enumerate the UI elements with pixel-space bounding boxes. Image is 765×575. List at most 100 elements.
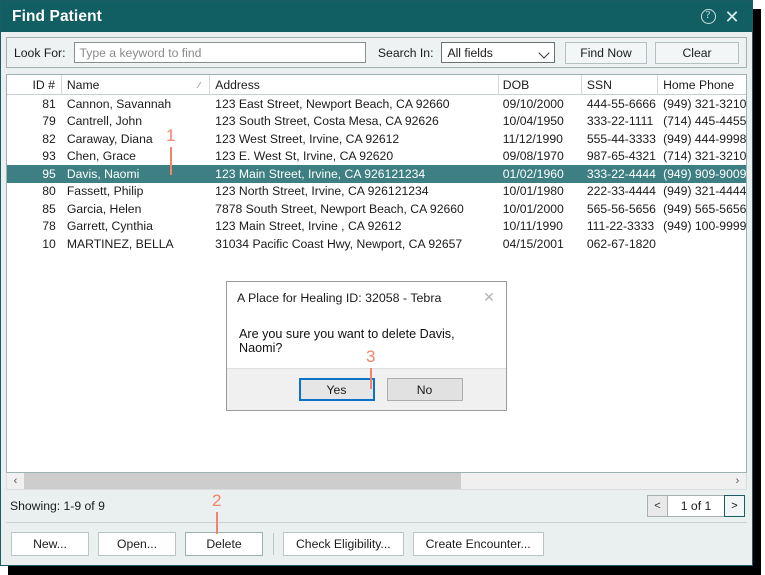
cell-id: 93 [42,149,56,164]
search-in-label: Search In: [377,45,434,60]
sort-ascending-icon [196,81,202,88]
search-in-select[interactable]: All fields [441,42,555,63]
cell-ssn: 062-67-1820 [586,236,656,251]
cell-dob: 10/01/2000 [502,201,564,216]
table-row[interactable]: 78 Garrett, Cynthia 123 Main Street, Irvin… [7,218,746,236]
pager-next-button[interactable]: > [724,495,745,517]
column-header-name[interactable]: Name [62,75,211,95]
window-titlebar: Find Patient ? ✕ [1,1,752,32]
action-bar: New... Open... Delete Check Eligibility.… [1,523,752,565]
cell-phone [658,235,746,253]
cell-name: Fassett, Philip [66,184,144,199]
delete-button[interactable]: Delete [185,532,263,556]
cell-phone: (949) 100-9999 [663,219,746,234]
cell-address: 123 South Street, Costa Mesa, CA 92626 [215,114,439,129]
help-circle-icon: ? [700,9,716,24]
pager-prev-button[interactable]: < [647,495,668,517]
cell-dob: 10/11/1990 [502,219,563,234]
cell-phone: (949) 909-9009 [663,166,746,181]
cell-id: 85 [42,201,56,216]
pager: < 1 of 1 > [647,495,745,517]
cell-ssn: 222-33-4444 [586,184,656,199]
column-header-dob[interactable]: DOB [499,75,582,95]
cell-name: Cannon, Savannah [66,96,172,111]
search-in-value: All fields [447,45,493,60]
scrollbar-thumb[interactable] [24,473,462,489]
cell-ssn: 555-44-3333 [586,131,656,146]
cell-id: 82 [42,131,56,146]
scrollbar-track[interactable] [24,473,729,489]
look-for-label: Look For: [14,45,66,60]
table-row[interactable]: 81 Cannon, Savannah 123 East Street, Newpo… [7,95,746,113]
cell-phone: (714) 321-3210 [663,149,746,164]
table-row[interactable]: 10 MARTINEZ, BELLA 31034 Pacific Coast Hwy… [7,235,746,253]
search-toolbar: Look For: Search In: All fields Find Now… [6,37,747,68]
cell-phone: (949) 321-3210 [663,96,746,111]
dialog-close-icon[interactable]: ✕ [476,286,502,310]
cell-dob: 11/12/1990 [502,131,563,146]
cell-phone: (714) 445-4455 [663,114,746,129]
screenshot-root: Find Patient ? ✕ Look For: Search In: Al… [0,0,765,575]
check-eligibility-button[interactable]: Check Eligibility... [283,532,404,556]
cell-ssn: 333-22-4444 [586,166,656,181]
table-row[interactable]: 95 Davis, Naomi 123 Main Street, Irvine, C… [7,165,746,183]
grid-body: 81 Cannon, Savannah 123 East Street, Newpo… [7,95,746,253]
cell-address: 123 Main Street, Irvine, CA 926121234 [215,166,426,181]
scroll-right-arrow-icon[interactable]: › [729,473,746,489]
cell-phone: (949) 444-9998 [663,131,746,146]
table-row[interactable]: 80 Fassett, Philip 123 North Street, Irvin… [7,183,746,201]
search-input[interactable] [74,42,366,63]
cell-name: Davis, Naomi [66,166,140,181]
cell-id: 79 [42,114,56,129]
cell-name: Garrett, Cynthia [66,219,153,234]
dialog-title: A Place for Healing ID: 32058 - Tebra [237,290,442,305]
cell-name: Chen, Grace [66,149,136,164]
close-icon: ✕ [724,6,740,27]
help-button[interactable]: ? [696,5,720,29]
column-header-home-phone[interactable]: Home Phone [658,75,746,95]
open-button[interactable]: Open... [98,532,176,556]
cell-address: 123 West Street, Irvine, CA 92612 [215,131,400,146]
cell-name: MARTINEZ, BELLA [66,236,174,251]
cell-name: Caraway, Diana [66,131,153,146]
chevron-down-icon [537,46,551,60]
cell-ssn: 987-65-4321 [586,149,656,164]
table-row[interactable]: 82 Caraway, Diana 123 West Street, Irvine,… [7,130,746,148]
column-header-id[interactable]: ID # [7,75,62,95]
clear-button[interactable]: Clear [655,41,739,64]
cell-id: 81 [42,96,56,111]
cell-dob: 10/04/1950 [502,114,564,129]
cell-address: 123 North Street, Irvine, CA 926121234 [215,184,429,199]
action-separator [273,533,274,555]
cell-address: 7878 South Street, Newport Beach, CA 926… [215,201,464,216]
scroll-left-arrow-icon[interactable]: ‹ [7,473,24,489]
new-button[interactable]: New... [11,532,89,556]
table-row[interactable]: 93 Chen, Grace 123 E. West St, Irvine, CA … [7,148,746,166]
horizontal-scrollbar[interactable]: ‹ › [6,473,747,490]
cell-dob: 09/08/1970 [502,149,564,164]
cell-id: 95 [42,166,56,181]
create-encounter-button[interactable]: Create Encounter... [412,532,544,556]
table-row[interactable]: 79 Cantrell, John 123 South Street, Costa … [7,113,746,131]
cell-ssn: 444-55-6666 [586,96,656,111]
window-title: Find Patient [12,7,102,25]
cell-address: 123 East Street, Newport Beach, CA 92660 [215,96,450,111]
table-row[interactable]: 85 Garcia, Helen 7878 South Street, Newpor… [7,200,746,218]
status-row: Showing: 1-9 of 9 < 1 of 1 > [6,490,747,523]
cell-dob: 10/01/1980 [502,184,564,199]
patient-results-grid: ID # Name Address DOB SSN Home Phone 81 C… [6,74,747,473]
close-button[interactable]: ✕ [720,5,744,29]
showing-count-label: Showing: 1-9 of 9 [10,499,105,513]
cell-ssn: 333-22-1111 [586,114,654,129]
cell-name: Cantrell, John [66,114,143,129]
cell-dob: 01/02/1960 [502,166,564,181]
find-now-button[interactable]: Find Now [565,41,647,64]
dialog-footer: Yes No [227,368,506,410]
cell-address: 123 E. West St, Irvine, CA 92620 [215,149,394,164]
dialog-yes-button[interactable]: Yes [298,378,375,401]
cell-name: Garcia, Helen [66,201,142,216]
dialog-no-button[interactable]: No [386,378,463,401]
column-header-address[interactable]: Address [210,75,499,95]
cell-address: 123 Main Street, Irvine , CA 92612 [215,219,402,234]
column-header-ssn[interactable]: SSN [582,75,659,95]
